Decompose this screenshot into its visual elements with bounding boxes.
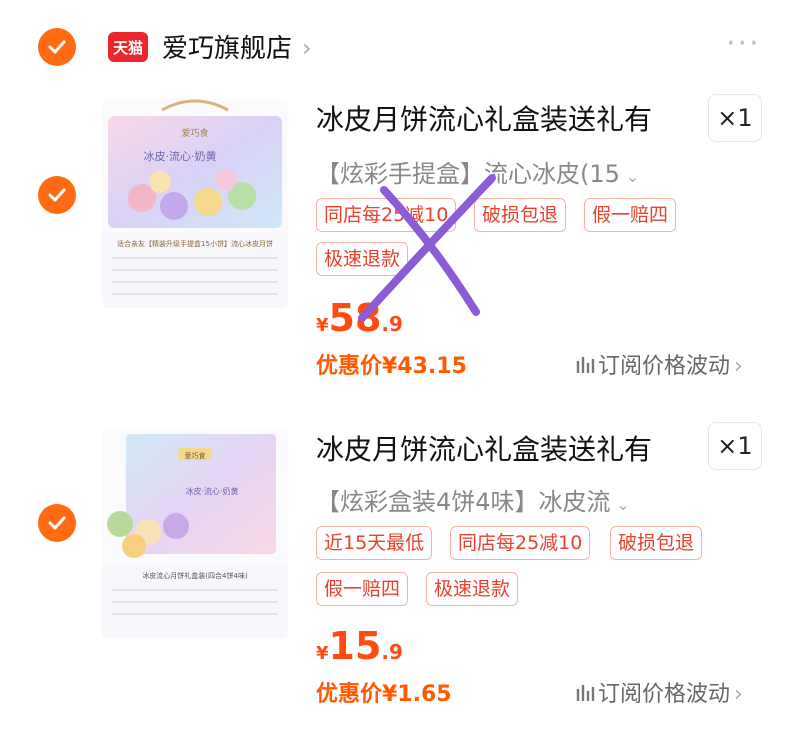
price-integer: 15 [328, 624, 382, 668]
subscribe-price-button[interactable]: 订阅价格波动 › [576, 348, 743, 380]
chevron-down-icon: ⌄ [616, 495, 630, 514]
quantity-button[interactable]: ×1 [708, 422, 762, 470]
item-select-checkbox[interactable] [38, 176, 76, 214]
subscribe-label: 订阅价格波动 [598, 682, 731, 707]
promo-tag: 极速退款 [316, 242, 409, 276]
chevron-down-icon: ⌄ [625, 167, 640, 186]
thumb-banner: 冰皮·流心·奶黄 [144, 149, 217, 163]
promo-tag: 极速退款 [426, 572, 519, 606]
mooncake-gift-box-image: 爱巧食 冰皮·流心·奶黄 适合亲友【精装升级手提盒15小饼】流心冰皮月饼 [102, 98, 288, 308]
price: ¥58.9 [316, 296, 403, 340]
quantity-button[interactable]: ×1 [708, 94, 762, 142]
thumb-brand: 爱巧食 [185, 451, 206, 460]
promo-tag: 同店每25减10 [450, 526, 591, 560]
thumb-caption: 冰皮流心月饼礼盒装(四合4饼4味) [142, 571, 248, 580]
price-decimal: .9 [381, 640, 403, 664]
chevron-right-icon[interactable]: › [302, 34, 312, 62]
product-title[interactable]: 冰皮月饼流心礼盒装送礼有 [316, 428, 652, 468]
discount-price: 优惠价¥1.65 [316, 682, 452, 707]
product-image[interactable]: 爱巧食 冰皮·流心·奶黄 适合亲友【精装升级手提盒15小饼】流心冰皮月饼 [102, 98, 288, 308]
mooncake-gift-box-image: 爱巧食 冰皮·流心·奶黄 冰皮流心月饼礼盒装(四合4饼4味) [102, 428, 288, 638]
discount-price: 优惠价¥43.15 [316, 354, 467, 379]
product-title[interactable]: 冰皮月饼流心礼盒装送礼有 [316, 98, 652, 138]
product-image[interactable]: 爱巧食 冰皮·流心·奶黄 冰皮流心月饼礼盒装(四合4饼4味) [102, 428, 288, 638]
price-decimal: .9 [381, 312, 403, 336]
thumb-brand: 爱巧食 [181, 127, 208, 139]
variant-selector[interactable]: 【炫彩盒装4饼4味】冰皮流 ⌄ [316, 482, 630, 517]
promo-tag: 近15天最低 [316, 526, 433, 560]
promo-tag: 假一赔四 [584, 198, 677, 232]
variant-selector[interactable]: 【炫彩手提盒】流心冰皮(15 ⌄ [316, 154, 639, 189]
chevron-right-icon: › [734, 354, 743, 379]
promo-tag: 同店每25减10 [316, 198, 457, 232]
chevron-right-icon: › [734, 682, 743, 707]
checkmark-icon [48, 40, 66, 54]
variant-text: 【炫彩盒装4饼4味】冰皮流 [316, 488, 611, 516]
item-select-checkbox[interactable] [38, 504, 76, 542]
price-trend-icon [576, 685, 595, 701]
subscribe-price-button[interactable]: 订阅价格波动 › [576, 676, 743, 708]
more-options-icon[interactable]: ··· [726, 26, 761, 61]
store-select-checkbox[interactable] [38, 28, 76, 66]
store-header: 天猫 爱巧旗舰店 › ··· [0, 0, 800, 100]
store-name-link[interactable]: 爱巧旗舰店 [162, 28, 292, 65]
price-trend-icon [576, 357, 595, 373]
currency-symbol: ¥ [316, 643, 329, 664]
promo-tag: 破损包退 [610, 526, 703, 560]
price: ¥15.9 [316, 624, 403, 668]
tmall-logo-icon: 天猫 [108, 32, 148, 62]
checkmark-icon [48, 516, 66, 530]
subscribe-label: 订阅价格波动 [598, 354, 731, 379]
thumb-caption: 适合亲友【精装升级手提盒15小饼】流心冰皮月饼 [117, 239, 273, 248]
promo-tag: 假一赔四 [316, 572, 409, 606]
checkmark-icon [48, 188, 66, 202]
thumb-banner: 冰皮·流心·奶黄 [185, 486, 238, 496]
promo-tag: 破损包退 [474, 198, 567, 232]
variant-text: 【炫彩手提盒】流心冰皮(15 [316, 160, 620, 188]
price-integer: 58 [328, 296, 382, 340]
currency-symbol: ¥ [316, 315, 329, 336]
